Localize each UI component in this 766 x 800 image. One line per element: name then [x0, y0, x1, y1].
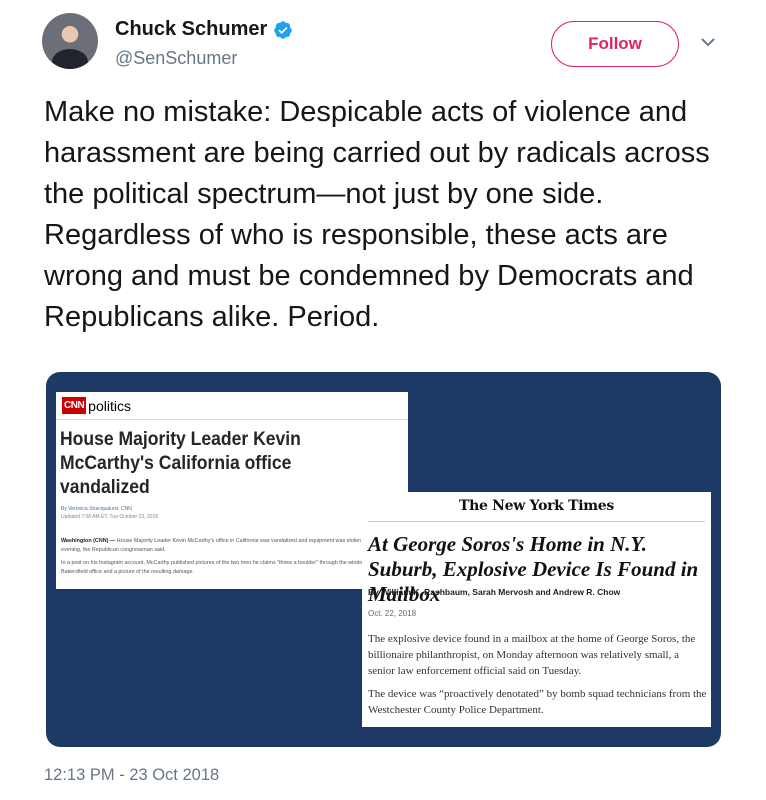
nyt-paragraph-1: The explosive device found in a mailbox … — [368, 633, 696, 677]
cnn-paragraph-2: In a post on his Instagram account, McCa… — [61, 560, 381, 575]
nyt-date: Oct. 22, 2018 — [368, 609, 417, 618]
tweet-text: Make no mistake: Despicable acts of viol… — [44, 96, 710, 333]
tweet-timestamp[interactable]: 12:13 PM - 23 Oct 2018 — [44, 766, 219, 785]
tweet-media-image[interactable]: CNN politics House Majority Leader Kevin… — [46, 372, 721, 747]
cnn-dateline: Washington (CNN) — — [61, 538, 116, 544]
cnn-headline: House Majority Leader Kevin McCarthy's C… — [60, 428, 301, 498]
nyt-body: The explosive device found in a mailbox … — [368, 631, 708, 725]
follow-button[interactable]: Follow — [551, 21, 679, 67]
author-handle[interactable]: @SenSchumer — [115, 48, 237, 69]
author-display-name[interactable]: Chuck Schumer — [115, 18, 267, 41]
cnn-article-screenshot: CNN politics House Majority Leader Kevin… — [56, 392, 408, 589]
nyt-divider — [368, 521, 705, 522]
cnn-byline: By Veronica Stracqualursi, CNN — [61, 506, 132, 512]
cnn-header: CNN politics — [56, 392, 408, 420]
cnn-body: Washington (CNN) — House Majority Leader… — [61, 537, 401, 581]
nyt-article-screenshot: The New York Times At George Soros's Hom… — [362, 492, 711, 727]
cnn-section-label: politics — [88, 397, 131, 414]
nyt-masthead: The New York Times — [458, 498, 614, 514]
chevron-down-icon[interactable] — [698, 36, 718, 50]
nyt-paragraph-2: The device was “proactively denotated” b… — [368, 688, 707, 716]
author-name-row: Chuck Schumer — [115, 18, 293, 41]
nyt-byline: By William K. Rashbaum, Sarah Mervosh an… — [368, 587, 621, 597]
cnn-updated: Updated 7:08 AM ET, Tue October 23, 2018 — [61, 514, 159, 520]
verified-badge-icon — [274, 20, 293, 39]
cnn-logo: CNN — [62, 397, 87, 414]
avatar[interactable] — [42, 13, 98, 69]
